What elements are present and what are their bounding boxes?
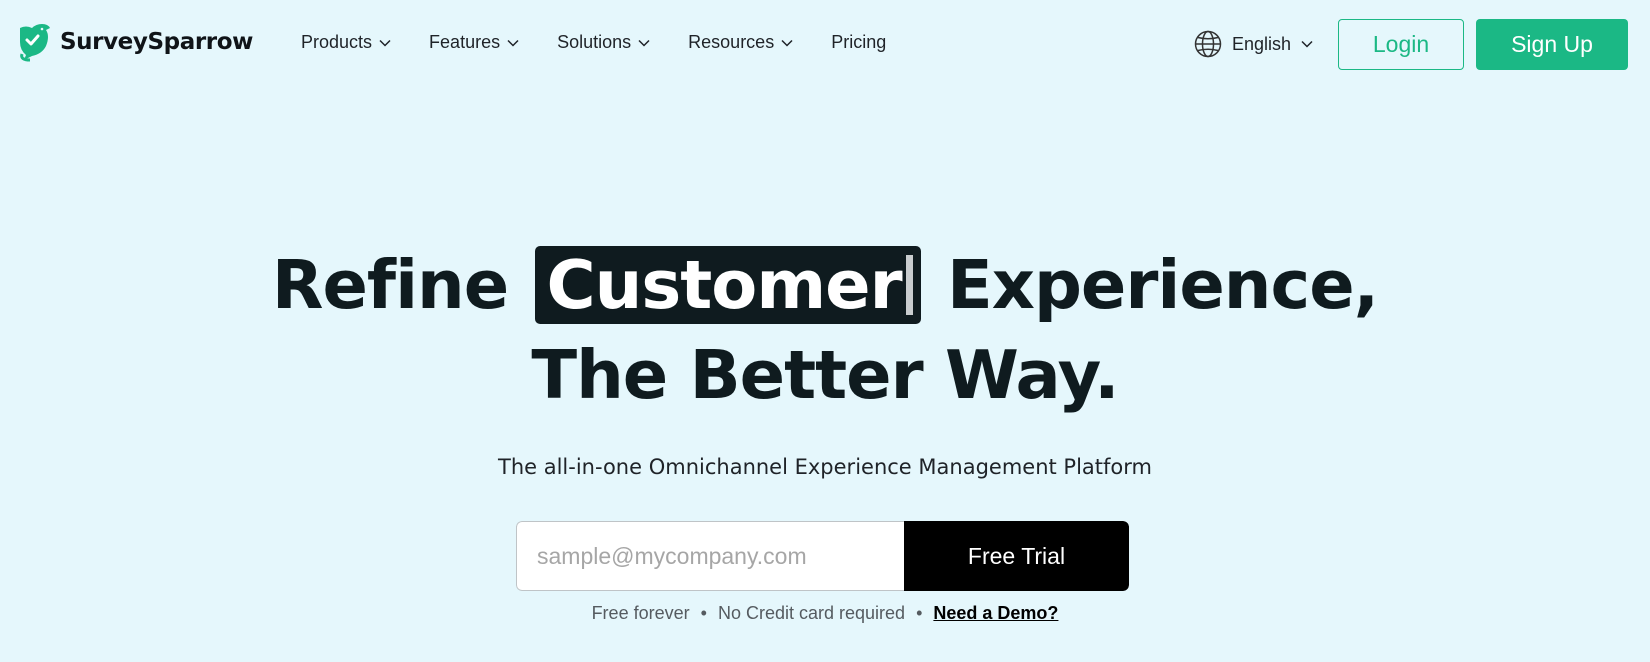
nav-item-label: Products [301, 32, 373, 52]
brand-logo[interactable]: SurveySparrow [16, 22, 253, 62]
login-button[interactable]: Login [1338, 19, 1464, 70]
hero-subtitle: The all-in-one Omnichannel Experience Ma… [498, 455, 1152, 479]
nav-item-label: Resources [688, 32, 775, 52]
free-trial-button[interactable]: Free Trial [904, 521, 1129, 591]
language-label: English [1232, 33, 1292, 54]
nav-item-label: Pricing [831, 32, 887, 52]
sparrow-check-icon [20, 24, 50, 62]
nav-item-features[interactable]: Features [429, 32, 519, 53]
nav-item-label: Features [429, 32, 501, 52]
headline-line-2: The Better Way. [531, 336, 1119, 414]
headline-rotating-word: Customer [546, 246, 903, 324]
brand-name: SurveySparrow [60, 29, 253, 55]
headline-highlight-box: Customer [534, 246, 921, 324]
globe-icon [1194, 30, 1222, 58]
separator-dot: • [916, 603, 923, 623]
nav-item-pricing[interactable]: Pricing [831, 32, 886, 53]
headline-line-1: Refine Customer Experience, [0, 240, 1650, 330]
signup-button[interactable]: Sign Up [1476, 19, 1628, 70]
language-selector[interactable]: English [1194, 30, 1313, 58]
headline-word-refine: Refine [271, 246, 509, 324]
chevron-down-icon [379, 39, 391, 47]
chevron-down-icon [1301, 40, 1313, 48]
headline-word-experience: Experience, [946, 246, 1379, 324]
site-header: SurveySparrow Products Features Solution… [0, 0, 1650, 88]
main-nav: Products Features Solutions Resources Pr… [301, 32, 924, 53]
hero-headline: Refine Customer Experience, The Better W… [0, 240, 1650, 420]
footnote-free-forever: Free forever [591, 603, 690, 623]
signup-footnote: Free forever • No Credit card required •… [0, 603, 1650, 624]
chevron-down-icon [781, 39, 793, 47]
separator-dot: • [700, 603, 707, 623]
nav-item-solutions[interactable]: Solutions [557, 32, 650, 53]
nav-item-resources[interactable]: Resources [688, 32, 793, 53]
hero-section: Refine Customer Experience, The Better W… [0, 240, 1650, 420]
email-input[interactable] [516, 521, 904, 591]
typing-caret [905, 255, 913, 316]
nav-item-products[interactable]: Products [301, 32, 391, 53]
chevron-down-icon [507, 39, 519, 47]
chevron-down-icon [638, 39, 650, 47]
footnote-no-credit-card: No Credit card required [717, 603, 906, 623]
free-trial-form: Free Trial [516, 521, 1129, 591]
need-a-demo-link[interactable]: Need a Demo? [933, 603, 1058, 623]
nav-item-label: Solutions [557, 32, 632, 52]
